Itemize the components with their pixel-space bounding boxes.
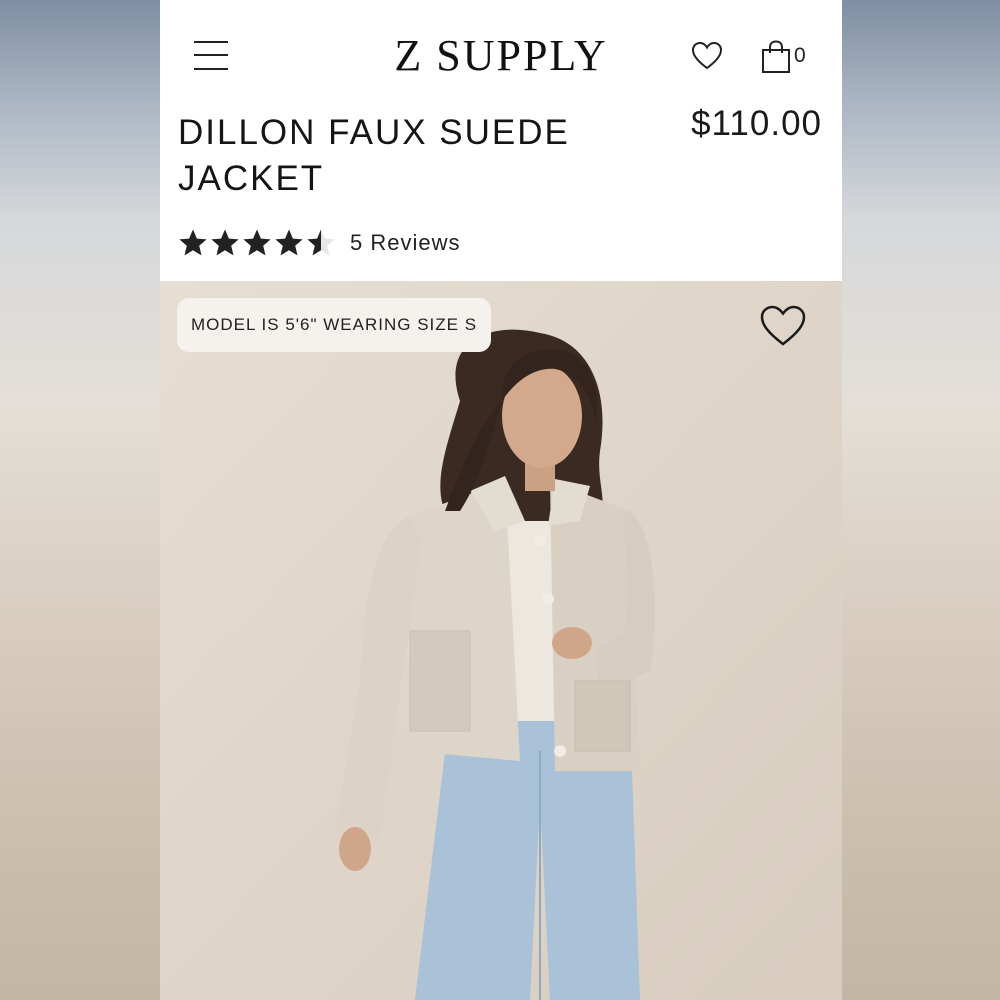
product-title: DILLON FAUX SUEDE JACKET	[178, 113, 570, 198]
product-image[interactable]: MODEL IS 5'6" WEARING SIZE S	[160, 281, 842, 1000]
star-icon	[275, 229, 303, 256]
add-to-wishlist-heart-icon[interactable]	[760, 305, 806, 347]
cart-count-badge: 0	[794, 44, 806, 67]
model-size-tag: MODEL IS 5'6" WEARING SIZE S	[177, 298, 492, 352]
star-icon	[211, 229, 239, 256]
brand-logo[interactable]: Z SUPPLY	[160, 30, 842, 82]
model-photo	[160, 281, 842, 1000]
star-icon	[307, 229, 335, 256]
product-rating[interactable]: 5 Reviews	[178, 226, 460, 260]
star-icon	[179, 229, 207, 256]
top-navigation-bar: Z SUPPLY 0	[160, 0, 842, 110]
product-page: Z SUPPLY 0 DILLON FAUX SUEDE JACKET $110…	[160, 0, 842, 1000]
product-price: $110.00	[691, 104, 822, 143]
star-icon	[243, 229, 271, 256]
reviews-link[interactable]: 5 Reviews	[350, 230, 460, 256]
heart-icon[interactable]	[692, 42, 722, 70]
rating-stars	[178, 228, 336, 258]
shopping-bag-icon[interactable]	[761, 40, 791, 74]
